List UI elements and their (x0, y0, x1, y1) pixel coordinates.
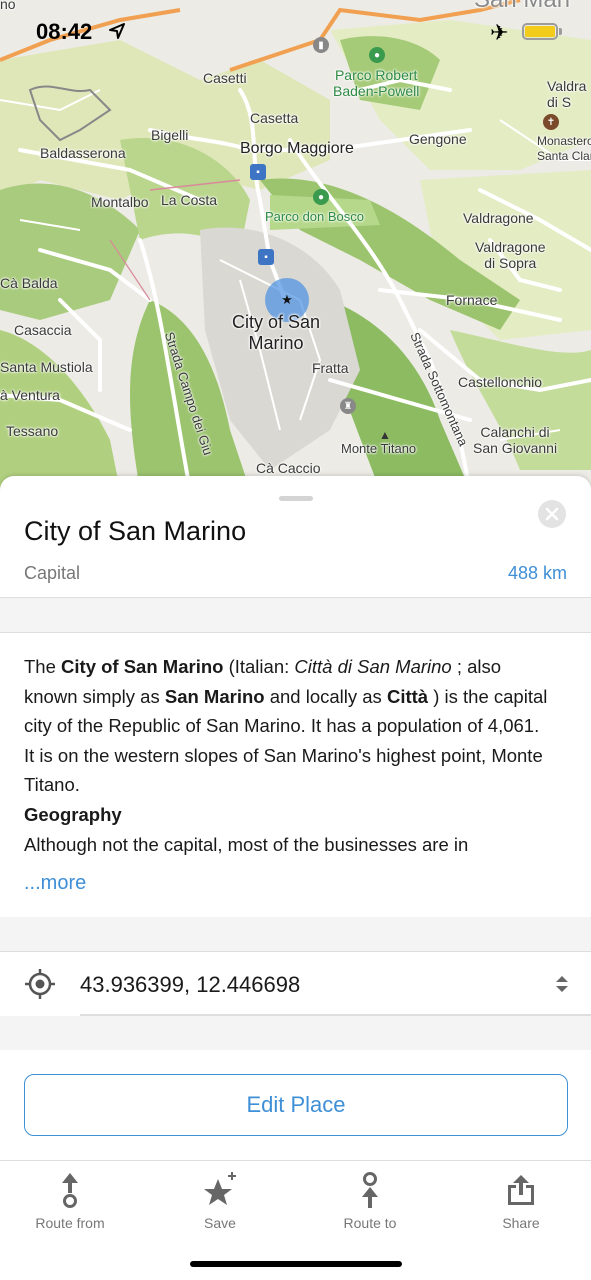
star-add-icon (204, 1172, 236, 1205)
location-arrow-icon (109, 23, 125, 39)
map-label-calanchi: Calanchi di San Giovanni (473, 424, 558, 456)
battery-cap (559, 28, 562, 35)
bus-stop-icon[interactable]: ▪ (250, 164, 266, 180)
map-label-fratta: Fratta (312, 360, 349, 376)
route-from-icon (62, 1173, 78, 1208)
map-label-monastero: Monastero d Santa Clara (537, 134, 591, 163)
map-label-bigelli: Bigelli (151, 127, 189, 143)
status-time: 08:42 (36, 19, 93, 44)
airplane-mode-icon: ✈ (490, 20, 509, 45)
map-label-la-costa: La Costa (161, 192, 218, 208)
map-label-casetta: Casetta (250, 110, 299, 126)
map-label-casaccia: Casaccia (14, 322, 72, 338)
map-view[interactable]: ● ● ✝ ▪ ▪ ▮ ♜ ▲ ★ Casetti Casetta Parco … (0, 0, 591, 490)
sheet-grabber[interactable] (279, 496, 313, 501)
landmark-icon[interactable]: ♜ (340, 398, 356, 414)
more-link[interactable]: ...more (24, 872, 86, 895)
place-page-sheet[interactable]: City of San Marino Capital 488 km The Ci… (0, 476, 591, 1280)
section-separator (0, 1016, 591, 1050)
home-indicator[interactable] (190, 1261, 402, 1267)
save-button[interactable]: Save (160, 1171, 280, 1231)
share-button[interactable]: Share (461, 1171, 581, 1231)
map-label-valdra: Valdra di S (547, 78, 587, 110)
action-label: Route from (35, 1215, 105, 1231)
map-label-fornace: Fornace (446, 292, 498, 308)
section-separator (0, 917, 591, 952)
battery-icon (522, 23, 558, 40)
map-label-ca-caccio: Cà Caccio (256, 460, 321, 476)
share-icon (508, 1175, 534, 1205)
park-icon[interactable]: ● (313, 189, 329, 205)
map-label-tessano: Tessano (6, 423, 59, 439)
map-label-montalbo: Montalbo (91, 194, 149, 210)
map-label-baldasserona: Baldasserona (40, 145, 126, 161)
map-label-santa-mustiola: Santa Mustiola (0, 359, 93, 375)
church-icon[interactable]: ✝ (543, 114, 559, 130)
coordinates-text[interactable]: 43.936399, 12.446698 (80, 972, 300, 998)
action-label: Share (502, 1215, 540, 1231)
place-distance: 488 km (507, 563, 567, 583)
bus-stop-icon[interactable]: ▪ (258, 249, 274, 265)
route-from-button[interactable]: Route from (10, 1171, 130, 1231)
place-description: The City of San Marino (Italian: Città d… (24, 652, 554, 859)
coordinates-row[interactable]: 43.936399, 12.446698 (0, 952, 591, 1016)
section-separator (0, 598, 591, 632)
format-switch-icon[interactable] (554, 975, 570, 993)
close-icon (545, 507, 559, 521)
close-button[interactable] (538, 500, 566, 528)
map-label-valdragone-sopra: Valdragone di Sopra (475, 239, 546, 271)
map-label-borgo-maggiore: Borgo Maggiore (240, 140, 354, 157)
map-label-casetti: Casetti (203, 70, 247, 86)
action-label: Save (204, 1215, 236, 1231)
divider (0, 632, 591, 633)
place-title: City of San Marino (24, 516, 247, 546)
description-heading: Geography (24, 803, 122, 825)
map-label-valdragone: Valdragone (463, 210, 534, 226)
route-to-icon (362, 1172, 378, 1208)
map-label-parco-don-bosco: Parco don Bosco (265, 209, 365, 224)
location-target-icon (25, 969, 55, 999)
action-bar: Route from Save Route to Share (0, 1160, 591, 1280)
edit-place-button[interactable]: Edit Place (24, 1074, 568, 1136)
map-label-city-of-san-marino: City of San Marino (232, 312, 321, 353)
place-type: Capital (24, 563, 81, 583)
map-label-castellonchio: Castellonchio (458, 374, 543, 390)
map-label-gengone: Gengone (409, 131, 467, 147)
map-label-parco-robert: Parco Robert Baden-Powell (333, 67, 420, 99)
route-to-button[interactable]: Route to (310, 1171, 430, 1231)
map-label-ca-balda: Cà Balda (0, 275, 58, 291)
status-bar: 08:42 ✈ (0, 0, 591, 64)
map-label-monte-titano: Monte Titano (341, 441, 417, 456)
capital-star-icon: ★ (281, 292, 293, 307)
action-label: Route to (343, 1215, 397, 1231)
map-label-a-ventura: à Ventura (0, 387, 60, 403)
